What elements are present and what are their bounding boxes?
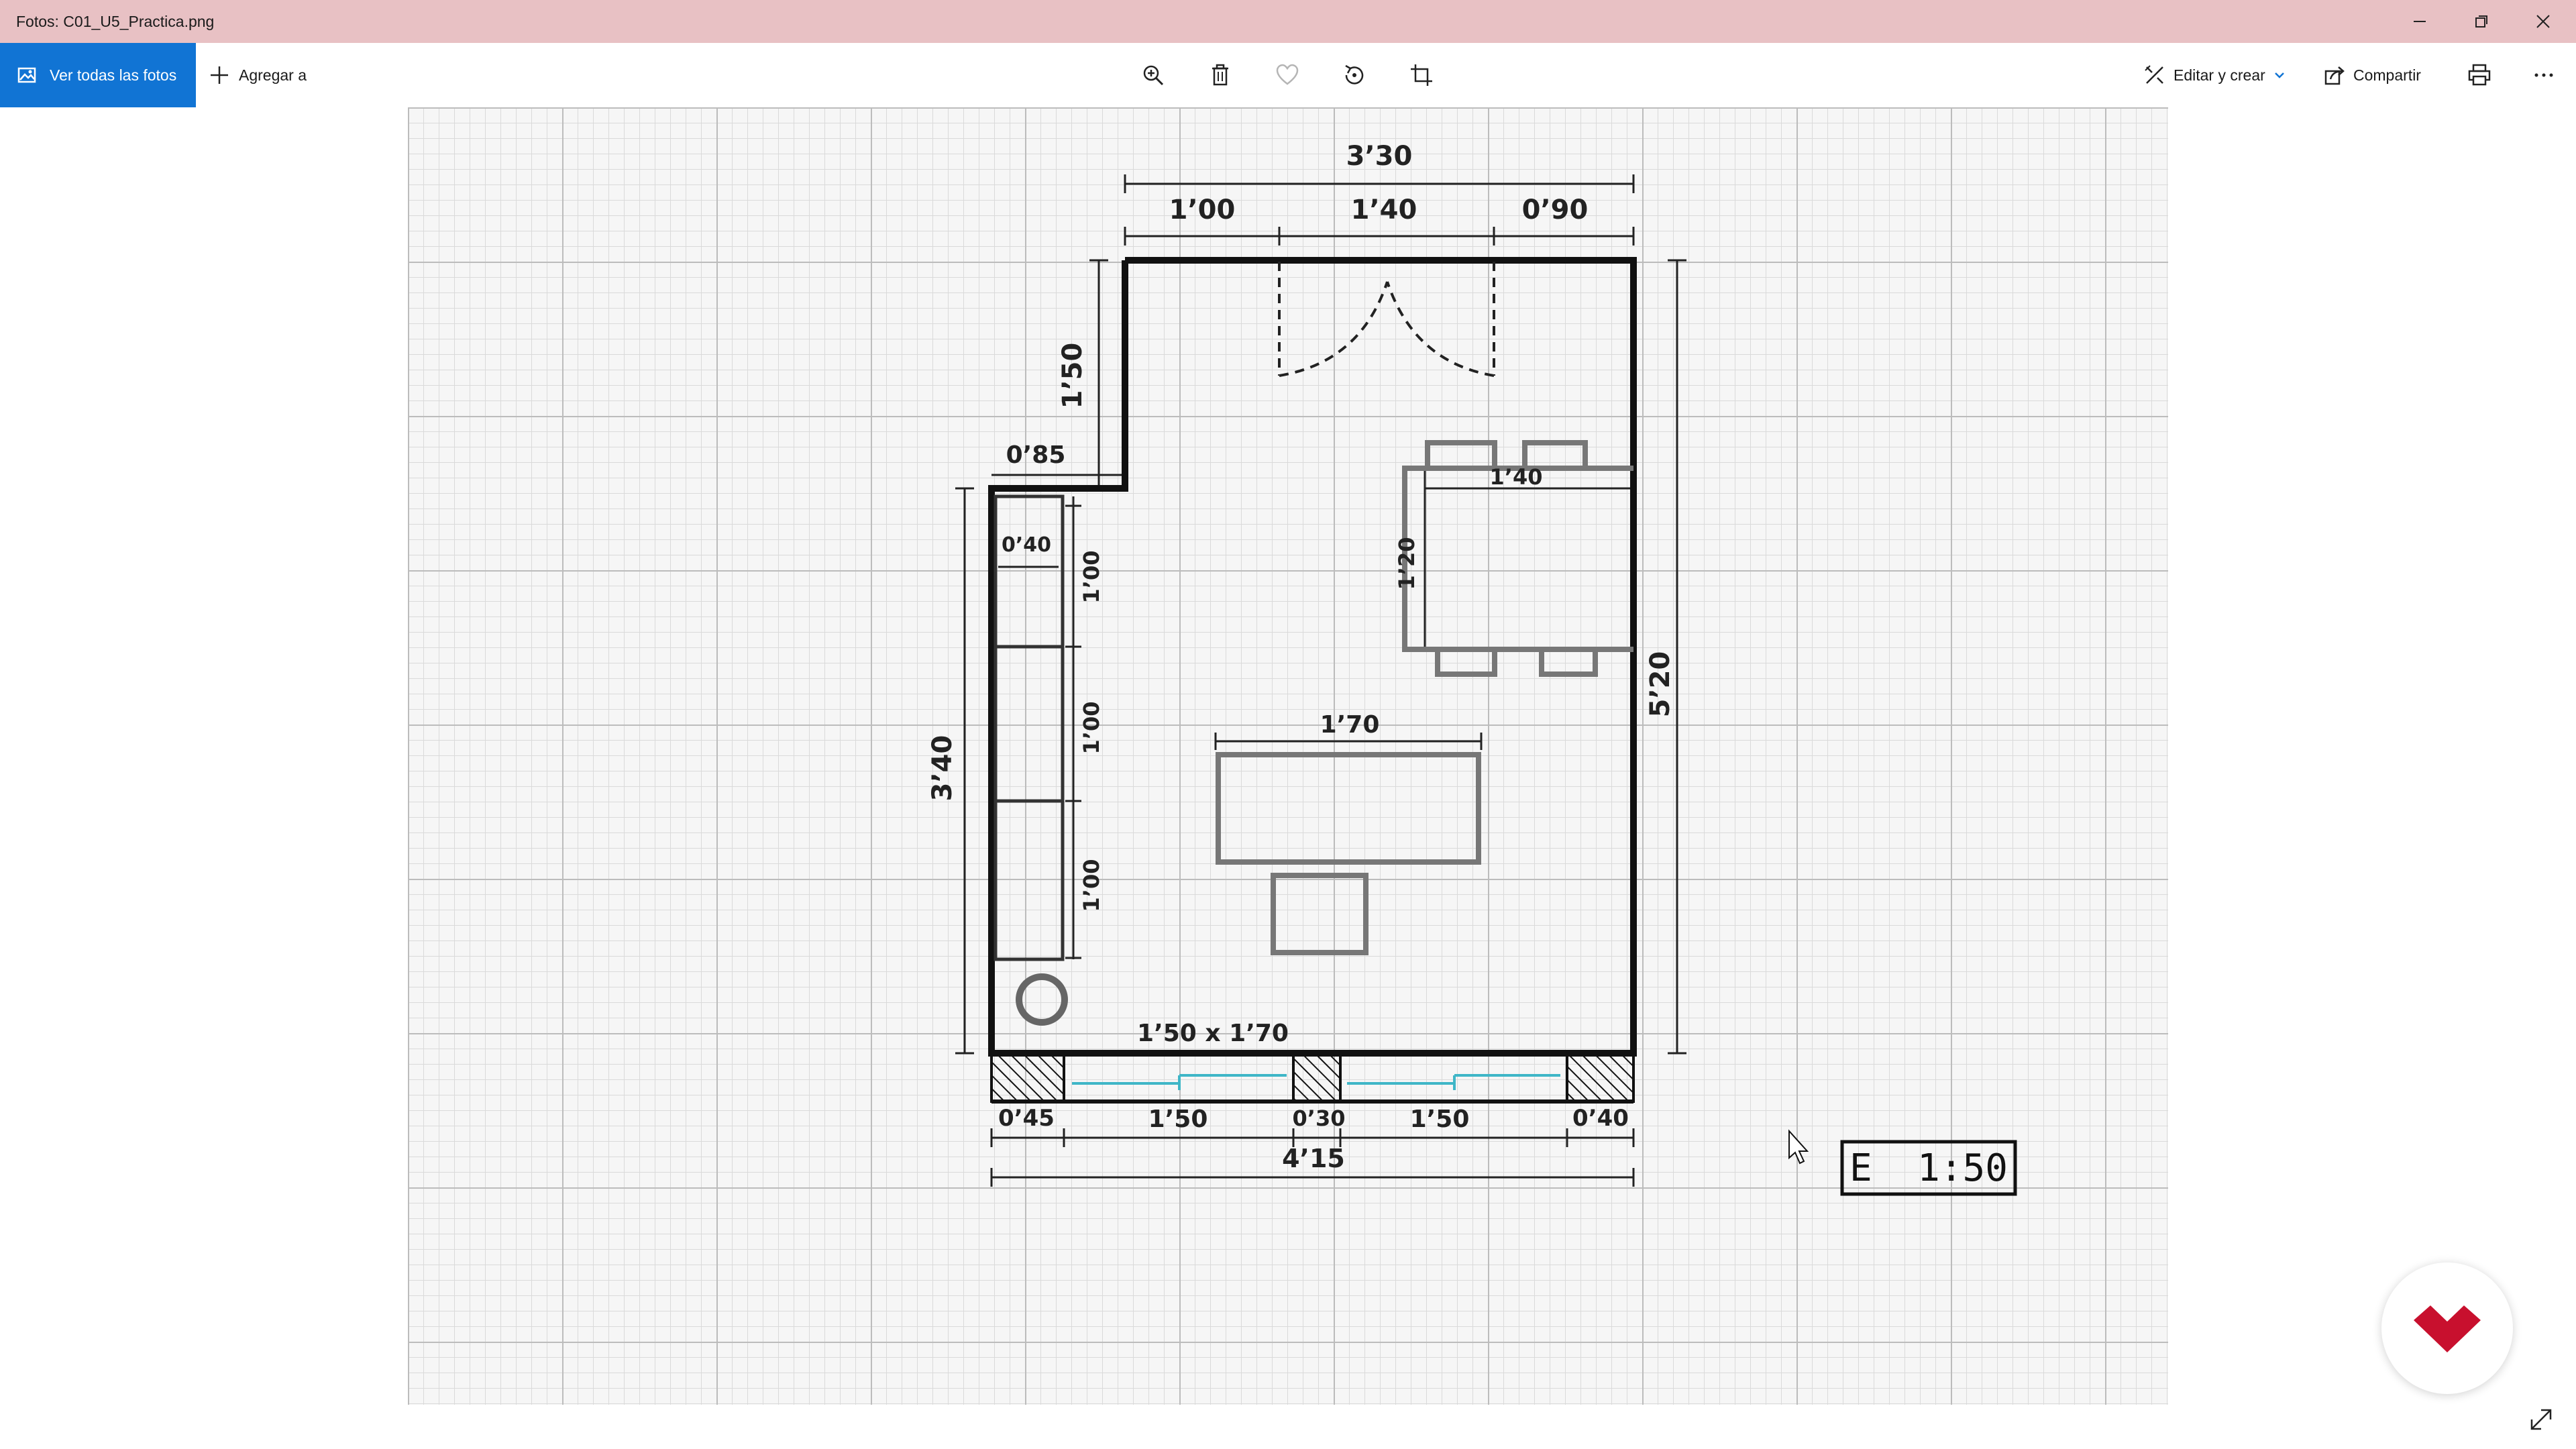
mouse-cursor [1788, 1129, 1809, 1165]
add-to-label: Agregar a [239, 66, 307, 84]
share-icon [2324, 66, 2345, 85]
expand-icon [2530, 1409, 2552, 1430]
dim-shelf-depth: 0’40 [1002, 533, 1051, 557]
printer-icon [2468, 64, 2491, 86]
dim-notch: 0’85 [1006, 441, 1066, 469]
view-all-photos-button[interactable]: Ver todas las fotos [0, 43, 196, 107]
dim-bottom-a: 0’45 [998, 1105, 1055, 1132]
photo-view[interactable]: 3’30 1’00 1’40 0’90 1’50 0’85 0’40 1’00 … [408, 107, 2168, 1405]
view-all-photos-label: Ver todas las fotos [50, 66, 177, 84]
dim-bottom-e: 0’40 [1572, 1105, 1629, 1132]
title-bar[interactable]: Fotos: C01_U5_Practica.png [0, 0, 2576, 43]
dim-top-c: 0’90 [1522, 195, 1589, 225]
floor-plan-drawing: 3’30 1’00 1’40 0’90 1’50 0’85 0’40 1’00 … [927, 141, 2017, 1196]
dim-bottom-total: 4’15 [1282, 1144, 1345, 1173]
fullscreen-button[interactable] [2522, 1401, 2560, 1438]
heart-icon [1276, 64, 1299, 85]
zoom-button[interactable] [1126, 43, 1180, 107]
delete-button[interactable] [1193, 43, 1247, 107]
dim-top-b: 1’40 [1351, 195, 1417, 225]
dim-bottom-b: 1’50 [1148, 1106, 1208, 1133]
scale-label: E 1:50 [1849, 1146, 2008, 1190]
photos-app: Fotos: C01_U5_Practica.png Ver todas las… [0, 0, 2576, 1449]
dim-left-upper: 1’50 [1057, 343, 1088, 409]
rotate-icon [1345, 64, 1364, 85]
restore-icon [2475, 15, 2487, 28]
rotate-button[interactable] [1328, 43, 1381, 107]
edit-create-label: Editar y crear [2174, 66, 2265, 84]
favorite-button[interactable] [1260, 43, 1314, 107]
close-icon [2536, 15, 2550, 28]
photos-icon [17, 67, 36, 83]
close-button[interactable] [2506, 0, 2576, 43]
zoom-in-icon [1143, 65, 1164, 86]
minimize-icon [2414, 21, 2426, 22]
logo-icon [2414, 1305, 2481, 1352]
chevron-down-icon [2274, 72, 2284, 78]
dim-top-a: 1’00 [1169, 195, 1236, 225]
dim-bottom-c: 0’30 [1293, 1106, 1346, 1131]
share-button[interactable]: Compartir [2324, 43, 2421, 107]
add-to-button[interactable]: Agregar a [209, 43, 307, 107]
dim-shelf-2: 1’00 [1079, 702, 1104, 755]
trash-icon [1212, 64, 1228, 86]
dim-rug: 1’50 x 1’70 [1137, 1020, 1289, 1047]
edit-create-button[interactable]: Editar y crear [2144, 43, 2286, 107]
dim-shelf-1: 1’00 [1079, 551, 1104, 604]
dim-dining-depth: 1’20 [1394, 537, 1419, 590]
dim-shelf-3: 1’00 [1079, 859, 1104, 912]
watermark-logo [2381, 1263, 2513, 1394]
more-icon [2534, 73, 2553, 77]
toolbar: Ver todas las fotos Agregar a Editar y c… [0, 43, 2576, 107]
dim-left-total: 3’40 [927, 735, 958, 802]
more-options-button[interactable] [2517, 43, 2571, 107]
dim-bottom-d: 1’50 [1410, 1106, 1470, 1133]
dim-dining-width: 1’40 [1490, 464, 1543, 490]
crop-button[interactable] [1395, 43, 1448, 107]
edit-icon [2145, 65, 2163, 84]
dim-top-total: 3’30 [1346, 141, 1413, 172]
dim-desk-width: 1’70 [1320, 711, 1380, 739]
crop-icon [1411, 64, 1432, 86]
share-label: Compartir [2353, 66, 2421, 84]
plus-icon [211, 66, 228, 84]
window-title: Fotos: C01_U5_Practica.png [16, 13, 215, 30]
print-button[interactable] [2453, 43, 2506, 107]
dim-right-total: 5’20 [1645, 651, 1676, 718]
